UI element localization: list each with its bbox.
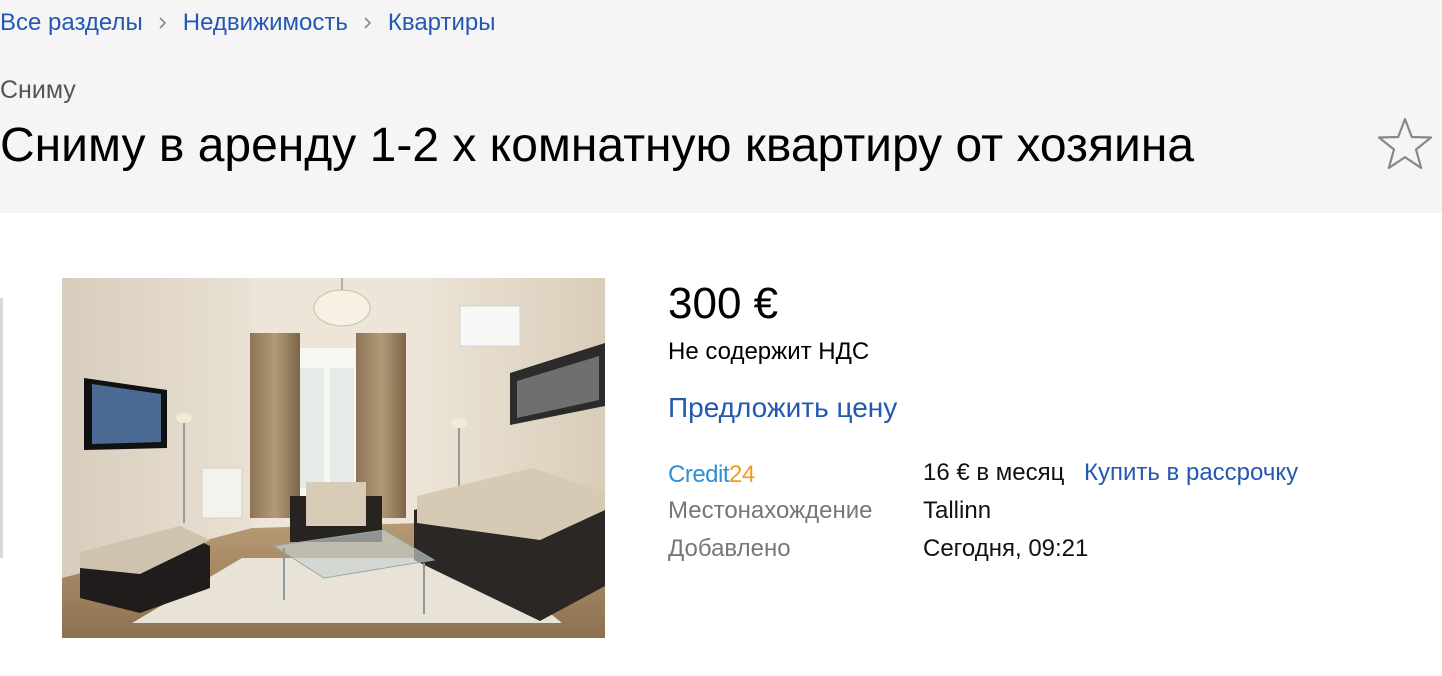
- credit24-logo: Credit24: [668, 461, 755, 488]
- page-title: Сниму в аренду 1-2 х комнатную квартиру …: [0, 119, 1195, 172]
- location-value: Tallinn: [923, 497, 992, 524]
- chevron-right-icon: [159, 17, 166, 29]
- star-outline-icon[interactable]: [1376, 116, 1434, 174]
- apartment-photo-image: [62, 278, 605, 638]
- gallery-scroll-edge: [0, 298, 3, 558]
- listing-photo[interactable]: [62, 278, 605, 638]
- offer-price-link[interactable]: Предложить цену: [668, 392, 897, 424]
- breadcrumb: Все разделы Недвижимость Квартиры: [0, 8, 495, 38]
- listing-category: Сниму: [0, 76, 76, 104]
- breadcrumb-real-estate[interactable]: Недвижимость: [183, 9, 348, 37]
- buy-installments-link[interactable]: Купить в рассрочку: [1084, 457, 1298, 489]
- chevron-right-icon: [364, 17, 371, 29]
- location-label: Местонахождение: [668, 497, 873, 524]
- svg-text:Credit24: Credit24: [668, 461, 755, 488]
- added-value: Сегодня, 09:21: [923, 535, 1089, 562]
- detail-row-added: Добавлено Сегодня, 09:21: [668, 533, 1368, 565]
- vat-note: Не содержит НДС: [668, 338, 870, 365]
- breadcrumb-apartments[interactable]: Квартиры: [388, 9, 496, 37]
- credit-row: Credit24 16 € в месяц Купить в рассрочку: [668, 457, 1368, 489]
- listing-header: Все разделы Недвижимость Квартиры Сниму …: [0, 0, 1442, 213]
- breadcrumb-all-sections[interactable]: Все разделы: [0, 9, 143, 37]
- price: 300 €: [668, 279, 779, 328]
- detail-row-location: Местонахождение Tallinn: [668, 495, 1368, 527]
- added-label: Добавлено: [668, 535, 791, 562]
- monthly-payment: 16 € в месяц: [923, 459, 1065, 486]
